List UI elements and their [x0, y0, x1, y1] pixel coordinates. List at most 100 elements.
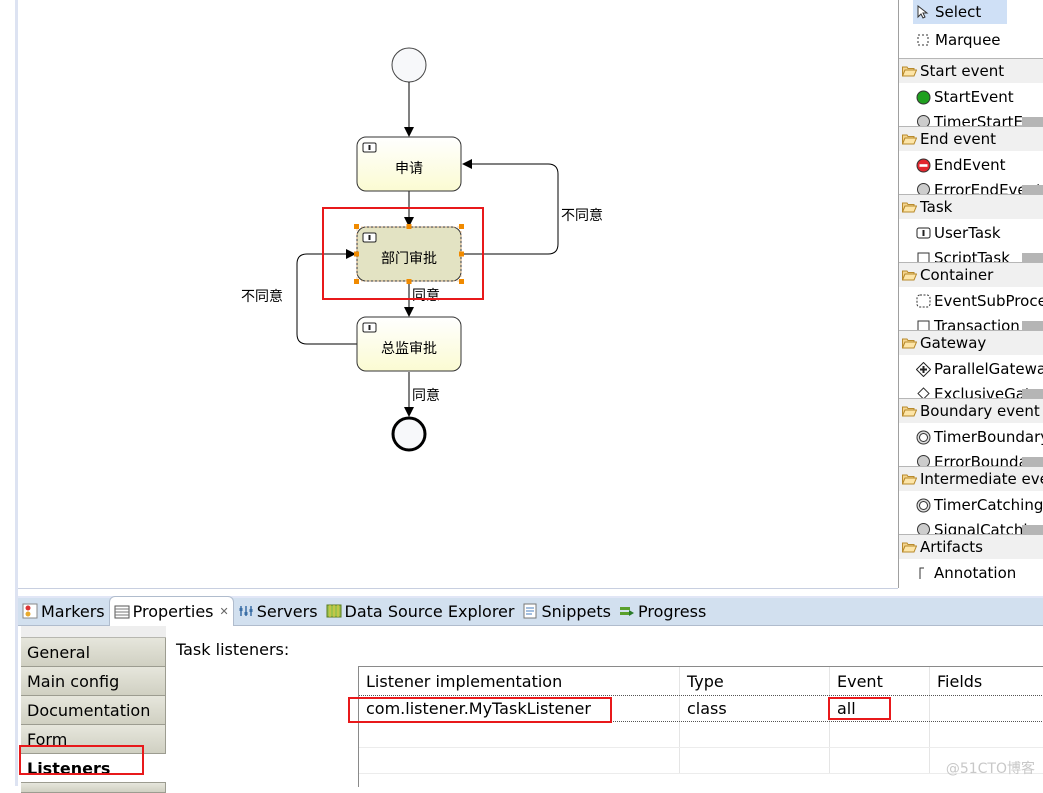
palette-item-event-subprocess[interactable]: EventSubProcess	[899, 287, 1043, 315]
user-task-icon	[362, 232, 377, 243]
end-event[interactable]	[391, 416, 427, 452]
column-header-event[interactable]: Event	[830, 667, 930, 695]
palette-item-label: StartEvent	[934, 88, 1014, 106]
properties-side-tabs: General Main config Documentation Form L…	[21, 626, 166, 793]
palette-item-label: EventSubProcess	[934, 292, 1043, 310]
palette-group-boundary-event: Boundary event TimerBoundaryEvent ErrorB…	[899, 398, 1043, 467]
signal-event-icon	[915, 521, 931, 535]
tab-snippets[interactable]: Snippets	[518, 597, 615, 625]
table-row-empty	[359, 722, 1043, 748]
palette-tool-label: Marquee	[935, 31, 1001, 49]
column-header-implementation[interactable]: Listener implementation	[359, 667, 680, 695]
side-tab-label: General	[27, 642, 91, 662]
close-icon[interactable]: ✕	[220, 605, 229, 618]
side-tab-form[interactable]: Form	[21, 725, 166, 754]
palette-group-header[interactable]: Start event	[899, 59, 1043, 83]
user-task-icon	[915, 225, 931, 241]
palette-group-label: Start event	[920, 62, 1005, 80]
snippets-icon	[522, 603, 538, 619]
flow-label-director-reject: 不同意	[241, 288, 283, 305]
cell-type: class	[680, 696, 830, 721]
tab-progress[interactable]: Progress	[615, 597, 710, 625]
properties-icon	[114, 604, 130, 620]
palette-group-gateway: Gateway ParallelGateway ExclusiveGateway	[899, 330, 1043, 399]
side-tab-listeners[interactable]: Listeners	[21, 754, 166, 783]
palette: Select Marquee Start event StartEvent Ti…	[898, 0, 1043, 588]
progress-icon	[619, 603, 635, 619]
tab-data-source-explorer[interactable]: Data Source Explorer	[322, 597, 519, 625]
user-task-icon	[362, 322, 377, 333]
cell-implementation: com.listener.MyTaskListener	[359, 696, 680, 721]
folder-open-icon	[902, 406, 917, 417]
palette-item-end-event[interactable]: EndEvent	[899, 151, 1043, 179]
palette-item-label: ParallelGateway	[934, 360, 1043, 378]
bpmn-diagram: 不同意 同意 不同意 同意 申请 部门审批 总监审批	[241, 47, 603, 452]
column-header-fields[interactable]: Fields	[930, 667, 1043, 695]
palette-item-timer-catching-event[interactable]: TimerCatchingEvent	[899, 491, 1043, 519]
palette-item-parallel-gateway[interactable]: ParallelGateway	[899, 355, 1043, 383]
side-tab-main-config[interactable]: Main config	[21, 667, 166, 696]
tab-label: Progress	[638, 601, 707, 621]
palette-item-label: EndEvent	[934, 156, 1006, 174]
column-header-type[interactable]: Type	[680, 667, 830, 695]
palette-item-timer-boundary-event[interactable]: TimerBoundaryEvent	[899, 423, 1043, 451]
tab-label: Servers	[256, 601, 318, 621]
flow-label-director-approve: 同意	[412, 387, 440, 404]
flow-label-dept-approve: 同意	[412, 287, 440, 304]
markers-icon	[22, 603, 38, 619]
palette-tool-marquee[interactable]: Marquee	[913, 28, 1005, 52]
folder-open-icon	[902, 270, 917, 281]
cursor-arrow-icon	[917, 5, 931, 19]
end-event-icon	[915, 157, 931, 173]
side-tab-next[interactable]	[21, 783, 166, 793]
palette-group-header[interactable]: Boundary event	[899, 399, 1043, 423]
tab-properties[interactable]: Properties ✕	[108, 596, 234, 626]
tab-servers[interactable]: Servers	[234, 597, 322, 625]
side-tab-general[interactable]: General	[21, 638, 166, 667]
user-task-dept-approval[interactable]: 部门审批	[354, 224, 464, 284]
user-task-apply[interactable]: 申请	[356, 136, 462, 192]
side-tab-documentation[interactable]: Documentation	[21, 696, 166, 725]
folder-open-icon	[902, 338, 917, 349]
timer-icon	[915, 113, 931, 127]
table-row[interactable]: com.listener.MyTaskListener class all	[359, 695, 1043, 722]
table-row-empty	[359, 748, 1043, 774]
table-header: Listener implementation Type Event Field…	[359, 667, 1043, 695]
palette-item-annotation[interactable]: Annotation	[899, 559, 1043, 587]
task-label: 总监审批	[381, 341, 437, 357]
side-tab-label: Form	[27, 729, 68, 749]
palette-group-header[interactable]: End event	[899, 127, 1043, 151]
side-tab-label: Listeners	[27, 758, 111, 778]
palette-group-label: Boundary event	[920, 402, 1040, 420]
palette-item-user-task[interactable]: UserTask	[899, 219, 1043, 247]
side-tabs-top	[21, 626, 166, 638]
palette-group-container: Container EventSubProcess Transaction	[899, 262, 1043, 331]
tab-label: Properties	[132, 602, 214, 621]
palette-group-label: Container	[920, 266, 994, 284]
palette-group-header[interactable]: Artifacts	[899, 535, 1043, 559]
palette-group-header[interactable]: Gateway	[899, 331, 1043, 355]
diagram-canvas[interactable]: 不同意 同意 不同意 同意 申请 部门审批 总监审批	[18, 0, 898, 589]
folder-open-icon	[902, 474, 917, 485]
palette-item-label: TimerCatchingEvent	[934, 496, 1043, 514]
palette-group-header[interactable]: Intermediate event	[899, 467, 1043, 491]
flow-label-dept-reject: 不同意	[561, 207, 603, 224]
start-event[interactable]	[391, 47, 427, 83]
tab-markers[interactable]: Markers	[18, 597, 109, 625]
palette-group-label: Gateway	[920, 334, 987, 352]
user-task-icon	[362, 142, 377, 153]
side-tab-label: Main config	[27, 671, 120, 691]
palette-tool-select[interactable]: Select	[913, 0, 1007, 24]
palette-group-header[interactable]: Container	[899, 263, 1043, 287]
user-task-director-approval[interactable]: 总监审批	[356, 316, 462, 372]
timer-icon	[915, 429, 931, 445]
tab-label: Data Source Explorer	[344, 601, 515, 621]
task-listeners-table: Listener implementation Type Event Field…	[358, 666, 1043, 787]
marquee-icon	[917, 34, 931, 47]
palette-item-start-event[interactable]: StartEvent	[899, 83, 1043, 111]
task-listeners-title: Task listeners:	[176, 640, 290, 659]
palette-group-header[interactable]: Task	[899, 195, 1043, 219]
task-label: 部门审批	[381, 251, 437, 267]
palette-item-label: UserTask	[934, 224, 1001, 242]
error-event-icon	[915, 453, 931, 467]
